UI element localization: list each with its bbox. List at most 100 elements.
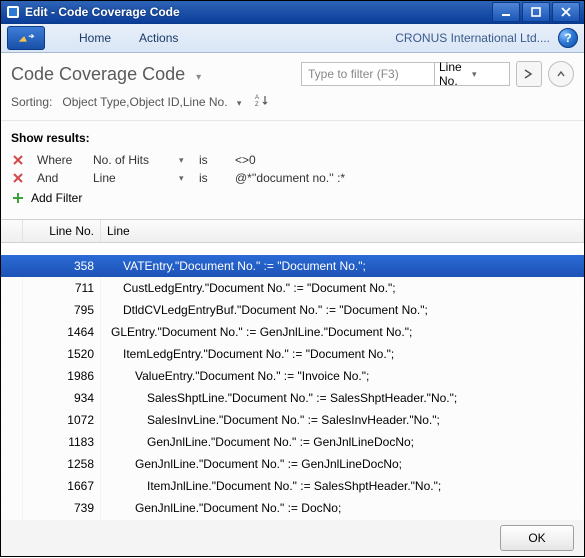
cell-line-no: 1464 [23,321,101,344]
cell-line-no: 358 [23,255,101,278]
cell-line-no: 1183 [23,431,101,454]
window-title: Edit - Code Coverage Code [25,5,490,19]
app-menu-button[interactable] [7,26,45,50]
cell-line-no: 1520 [23,343,101,366]
filter-field-dropdown[interactable]: No. of Hits [93,153,173,167]
row-selector-cell [1,453,23,476]
cell-line: GLEntry."Document No." := GenJnlLine."Do… [101,321,584,344]
cell-line: ItemLedgEntry."Document No." := "Documen… [101,343,584,366]
tab-home[interactable]: Home [69,27,121,49]
svg-text:A: A [255,95,259,101]
table-row[interactable]: 934SalesShptLine."Document No." := Sales… [1,387,584,409]
row-selector-cell [1,475,23,498]
row-selector-cell [1,277,23,300]
quick-filter-input[interactable]: Type to filter (F3) [301,62,435,86]
row-selector-cell [1,255,23,278]
go-button[interactable] [516,61,542,87]
filter-op: is [199,153,229,167]
quick-filter-column[interactable]: Line No. ▾ [435,62,510,86]
table-row[interactable]: 1667ItemJnlLine."Document No." := SalesS… [1,475,584,497]
row-selector-cell [1,321,23,344]
filters-panel: Show results: Where No. of Hits ▾ is <>0… [1,121,584,213]
sort-row: Sorting: Object Type,Object ID,Line No. … [1,93,584,121]
cell-line-no: 1986 [23,365,101,388]
page-title: Code Coverage Code [11,64,185,84]
quick-filter-column-label: Line No. [439,60,472,88]
page-title-dropdown[interactable]: Code Coverage Code ▾ [11,64,201,85]
cell-line-no: 934 [23,387,101,410]
table-row[interactable]: 358VATEntry."Document No." := "Document … [1,255,584,277]
row-selector-cell [1,497,23,520]
filter-keyword: And [37,171,87,185]
row-selector-cell [1,409,23,432]
titlebar: Edit - Code Coverage Code [1,1,584,24]
app-icon [5,4,21,20]
cell-line-no: 1258 [23,453,101,476]
table-row[interactable]: 711CustLedgEntry."Document No." := "Docu… [1,277,584,299]
help-button[interactable]: ? [558,28,578,48]
filter-value[interactable]: @*''document no.'' :* [235,171,574,185]
filter-keyword: Where [37,153,87,167]
column-header-line-no[interactable]: Line No. [23,220,101,242]
chevron-down-icon: ▾ [179,173,193,184]
chevron-down-icon: ▾ [237,98,242,108]
chevron-down-icon: ▾ [179,155,193,166]
cell-line-no: 739 [23,497,101,520]
data-grid: Line No. Line 358VATEntry."Document No."… [1,219,584,519]
cell-line: DtldCVLedgEntryBuf."Document No." := "Do… [101,299,584,322]
cell-line: CustLedgEntry."Document No." := "Documen… [101,277,584,300]
plus-icon [11,191,25,205]
cell-line-no: 795 [23,299,101,322]
cell-line: GenJnlLine."Document No." := GenJnlLineD… [101,431,584,454]
chevron-down-icon: ▾ [472,69,505,80]
cell-line: GenJnlLine."Document No." := DocNo; [101,497,584,520]
sort-field-dropdown[interactable]: Object Type,Object ID,Line No. ▾ [62,95,241,109]
chevron-down-icon: ▾ [196,72,201,83]
table-row[interactable]: 739GenJnlLine."Document No." := DocNo; [1,497,584,519]
svg-text:Z: Z [255,102,259,107]
table-row[interactable]: 795DtldCVLedgEntryBuf."Document No." := … [1,299,584,321]
table-row[interactable]: 1464GLEntry."Document No." := GenJnlLine… [1,321,584,343]
table-row[interactable]: 1520ItemLedgEntry."Document No." := "Doc… [1,343,584,365]
ok-button[interactable]: OK [500,525,574,551]
add-filter-button[interactable]: Add Filter [11,187,574,207]
cell-line: GenJnlLine."Document No." := GenJnlLineD… [101,453,584,476]
tab-actions[interactable]: Actions [129,27,188,49]
ribbon: Home Actions CRONUS International Ltd...… [1,24,584,53]
grid-header: Line No. Line [1,220,584,243]
table-row[interactable]: 1258GenJnlLine."Document No." := GenJnlL… [1,453,584,475]
sort-value: Object Type,Object ID,Line No. [62,95,227,109]
filter-op: is [199,171,229,185]
cell-line-no: 1667 [23,475,101,498]
quick-filter-placeholder: Type to filter (F3) [308,67,399,81]
cell-line: SalesInvLine."Document No." := SalesInvH… [101,409,584,432]
minimize-button[interactable] [492,2,520,22]
delete-filter-button[interactable] [11,153,25,167]
cell-line-no: 711 [23,277,101,300]
filter-value[interactable]: <>0 [235,153,574,167]
add-filter-label: Add Filter [31,191,82,205]
filter-row: And Line ▾ is @*''document no.'' :* [11,169,574,187]
table-row[interactable]: 1986ValueEntry."Document No." := "Invoic… [1,365,584,387]
grid-body: 358VATEntry."Document No." := "Document … [1,255,584,519]
column-header-line[interactable]: Line [101,220,584,242]
cell-line-no: 1072 [23,409,101,432]
row-selector-cell [1,343,23,366]
filters-heading: Show results: [11,131,574,145]
table-row[interactable]: 1072SalesInvLine."Document No." := Sales… [1,409,584,431]
sort-direction-button[interactable]: A Z [255,93,269,110]
cell-line: ValueEntry."Document No." := "Invoice No… [101,365,584,388]
maximize-button[interactable] [522,2,550,22]
row-selector-cell [1,387,23,410]
close-button[interactable] [552,2,580,22]
row-selector-cell [1,299,23,322]
filter-field-dropdown[interactable]: Line [93,171,173,185]
delete-filter-button[interactable] [11,171,25,185]
cell-line: VATEntry."Document No." := "Document No.… [101,255,584,278]
table-row[interactable]: 1183GenJnlLine."Document No." := GenJnlL… [1,431,584,453]
row-selector-header [1,220,23,242]
row-selector-cell [1,365,23,388]
collapse-panel-button[interactable] [548,61,574,87]
footer: OK [1,519,584,556]
filter-row: Where No. of Hits ▾ is <>0 [11,151,574,169]
